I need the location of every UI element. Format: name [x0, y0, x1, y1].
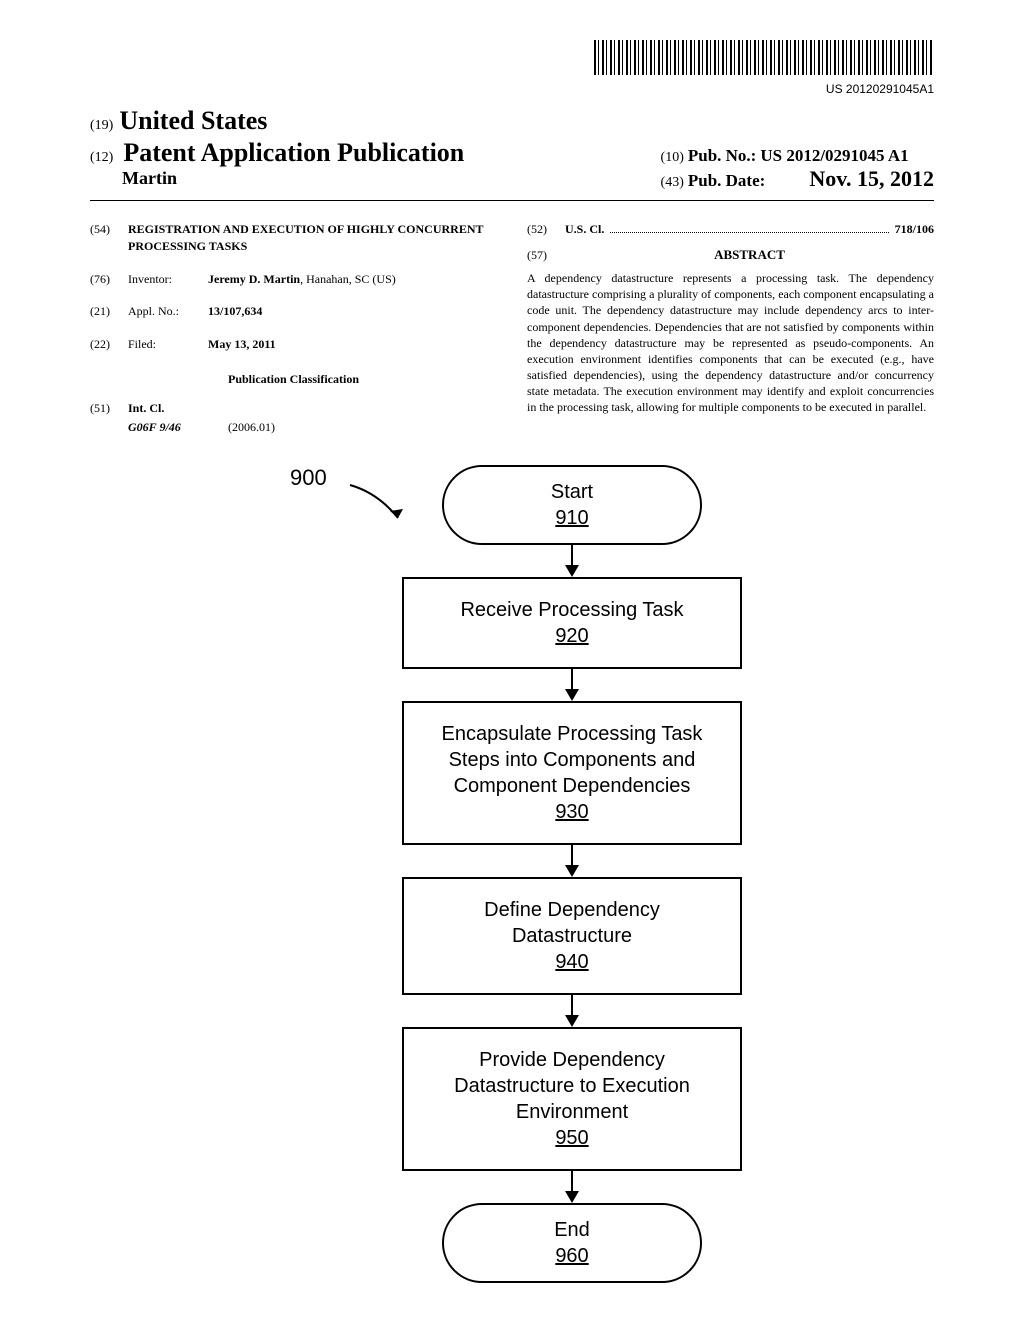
- flowchart: 900 Start 910 Receive Processing Task 92…: [90, 465, 934, 1283]
- invention-title: REGISTRATION AND EXECUTION OF HIGHLY CON…: [128, 221, 497, 255]
- dotted-leader: [610, 232, 888, 233]
- uscl-code: (52): [527, 221, 565, 238]
- inventor-name: Jeremy D. Martin: [208, 272, 300, 286]
- flowchart-node-receive: Receive Processing Task 920: [402, 577, 742, 669]
- filed-label: Filed:: [128, 336, 208, 353]
- node-num: 930: [555, 801, 588, 823]
- flowchart-number: 900: [290, 465, 327, 491]
- code-10: (10): [661, 150, 684, 165]
- appl-value: 13/107,634: [208, 303, 262, 320]
- body-columns: (54) REGISTRATION AND EXECUTION OF HIGHL…: [90, 221, 934, 435]
- pub-no-label: Pub. No.:: [688, 146, 756, 165]
- filed-value: May 13, 2011: [208, 336, 276, 353]
- appl-code: (21): [90, 303, 128, 320]
- node-text: Define Dependency Datastructure: [484, 899, 660, 947]
- node-text: End: [554, 1219, 590, 1241]
- node-num: 950: [555, 1127, 588, 1149]
- intcl-code: (51): [90, 400, 128, 417]
- pub-no-value: US 2012/0291045 A1: [760, 146, 908, 165]
- arrow-icon: [565, 845, 579, 877]
- abstract-text: A dependency datastructure represents a …: [527, 270, 934, 416]
- arrow-icon: [565, 995, 579, 1027]
- node-text: Start: [551, 481, 593, 503]
- arrow-icon: [565, 669, 579, 701]
- arrow-icon: [565, 545, 579, 577]
- intcl-value: G06F 9/46: [128, 419, 228, 436]
- code-19: (19): [90, 118, 113, 134]
- appl-label: Appl. No.:: [128, 303, 208, 320]
- flowchart-label-arrow-icon: [348, 483, 408, 523]
- barcode-number: US 20120291045A1: [90, 82, 934, 96]
- abstract-label: ABSTRACT: [565, 246, 934, 264]
- pub-class-heading: Publication Classification: [90, 371, 497, 388]
- flowchart-node-encapsulate: Encapsulate Processing Task Steps into C…: [402, 701, 742, 845]
- code-43: (43): [661, 175, 684, 190]
- flowchart-nodes: Start 910 Receive Processing Task 920 En…: [402, 465, 742, 1283]
- barcode-graphic: [594, 40, 934, 75]
- title-code: (54): [90, 221, 128, 255]
- left-column: (54) REGISTRATION AND EXECUTION OF HIGHL…: [90, 221, 497, 435]
- right-column: (52) U.S. Cl. 718/106 (57) ABSTRACT A de…: [527, 221, 934, 435]
- node-num: 920: [555, 625, 588, 647]
- inventor-label: Inventor:: [128, 271, 208, 288]
- pub-date-value: Nov. 15, 2012: [809, 166, 934, 191]
- pub-date-label: Pub. Date:: [688, 171, 765, 190]
- publication-type: Patent Application Publication: [123, 138, 464, 167]
- intcl-label: Int. Cl.: [128, 400, 164, 417]
- node-text: Encapsulate Processing Task Steps into C…: [442, 723, 703, 797]
- code-12: (12): [90, 150, 113, 165]
- header-section: (19) United States (12) Patent Applicati…: [90, 106, 934, 201]
- node-num: 910: [555, 507, 588, 529]
- arrow-icon: [565, 1171, 579, 1203]
- country-title: United States: [119, 106, 267, 136]
- uscl-value: 718/106: [895, 221, 934, 238]
- filed-code: (22): [90, 336, 128, 353]
- flowchart-node-start: Start 910: [442, 465, 702, 545]
- inventor-location: , Hanahan, SC (US): [300, 272, 396, 286]
- inventor-value: Jeremy D. Martin, Hanahan, SC (US): [208, 271, 396, 288]
- uscl-label: U.S. Cl.: [565, 221, 604, 238]
- barcode-area: US 20120291045A1: [90, 40, 934, 96]
- inventor-code: (76): [90, 271, 128, 288]
- abstract-code: (57): [527, 247, 565, 264]
- node-text: Receive Processing Task: [460, 599, 683, 621]
- author-name: Martin: [122, 168, 464, 189]
- flowchart-node-define: Define Dependency Datastructure 940: [402, 877, 742, 995]
- node-num: 940: [555, 951, 588, 973]
- intcl-year: (2006.01): [228, 419, 275, 436]
- node-num: 960: [555, 1245, 588, 1267]
- node-text: Provide Dependency Datastructure to Exec…: [454, 1049, 690, 1123]
- flowchart-node-end: End 960: [442, 1203, 702, 1283]
- flowchart-node-provide: Provide Dependency Datastructure to Exec…: [402, 1027, 742, 1171]
